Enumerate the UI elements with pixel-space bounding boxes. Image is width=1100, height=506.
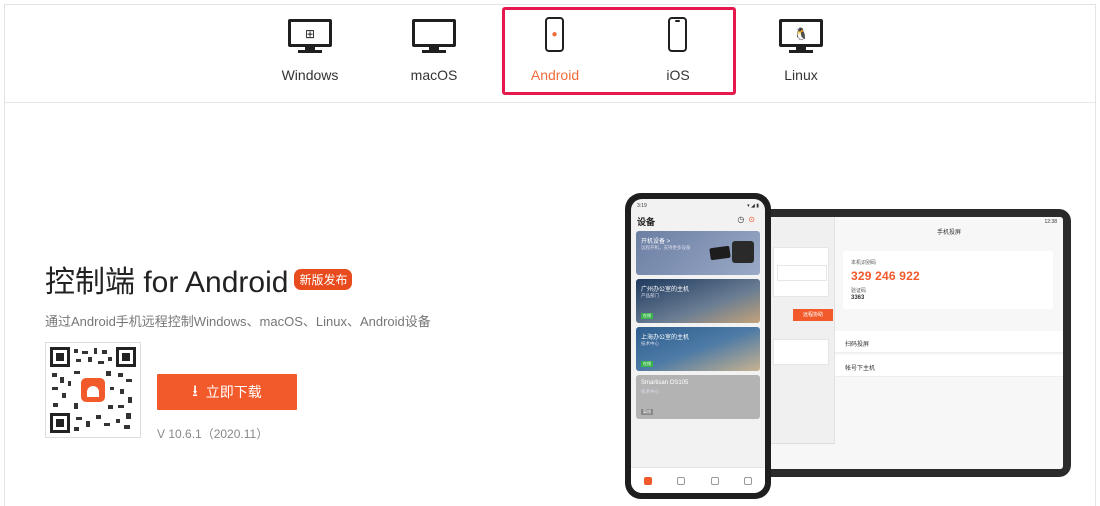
platform-tabs: ⊞ Windows macOS ● Android iOS 🐧 Linux xyxy=(5,5,1095,103)
android-phone-icon: ● xyxy=(545,17,564,52)
tab-label: Android xyxy=(530,67,580,83)
tablet-mockup: 远程协助 12:38 手机投屏 本机识别码 329 246 922 验证码 33… xyxy=(735,209,1071,477)
page-subtitle: 通过Android手机远程控制Windows、macOS、Linux、Andro… xyxy=(45,314,431,329)
tab-macos[interactable]: macOS xyxy=(389,17,479,91)
tab-ios[interactable]: iOS xyxy=(633,17,723,91)
download-button[interactable]: ⭳ 立即下载 xyxy=(157,374,297,410)
download-page: ⊞ Windows macOS ● Android iOS 🐧 Linux 控制… xyxy=(4,4,1096,506)
tab-label: iOS xyxy=(666,67,690,83)
ios-phone-icon xyxy=(668,17,687,52)
version-text: V 10.6.1（2020.11） xyxy=(157,427,269,441)
phone-mockup: 3:19 ▾ ◢ ▮ 设备 ◷⊙ 开机设备 > 远程开机，支持更多设备 广州办公室… xyxy=(625,193,771,499)
tab-label: macOS xyxy=(410,67,458,83)
tab-windows[interactable]: ⊞ Windows xyxy=(265,17,355,91)
page-title: 控制端 for Android 新版发布 xyxy=(45,257,353,301)
new-release-badge: 新版发布 xyxy=(294,269,353,290)
linux-monitor-icon: 🐧 xyxy=(779,19,823,53)
mac-monitor-icon xyxy=(412,19,456,53)
tab-label: Linux xyxy=(784,67,818,83)
tab-label: Windows xyxy=(281,67,339,83)
download-arrow-icon: ⭳ xyxy=(192,383,198,400)
tab-android[interactable]: ● Android xyxy=(510,17,600,91)
qr-code xyxy=(45,342,141,438)
tab-linux[interactable]: 🐧 Linux xyxy=(756,17,846,91)
windows-monitor-icon: ⊞ xyxy=(288,19,332,53)
